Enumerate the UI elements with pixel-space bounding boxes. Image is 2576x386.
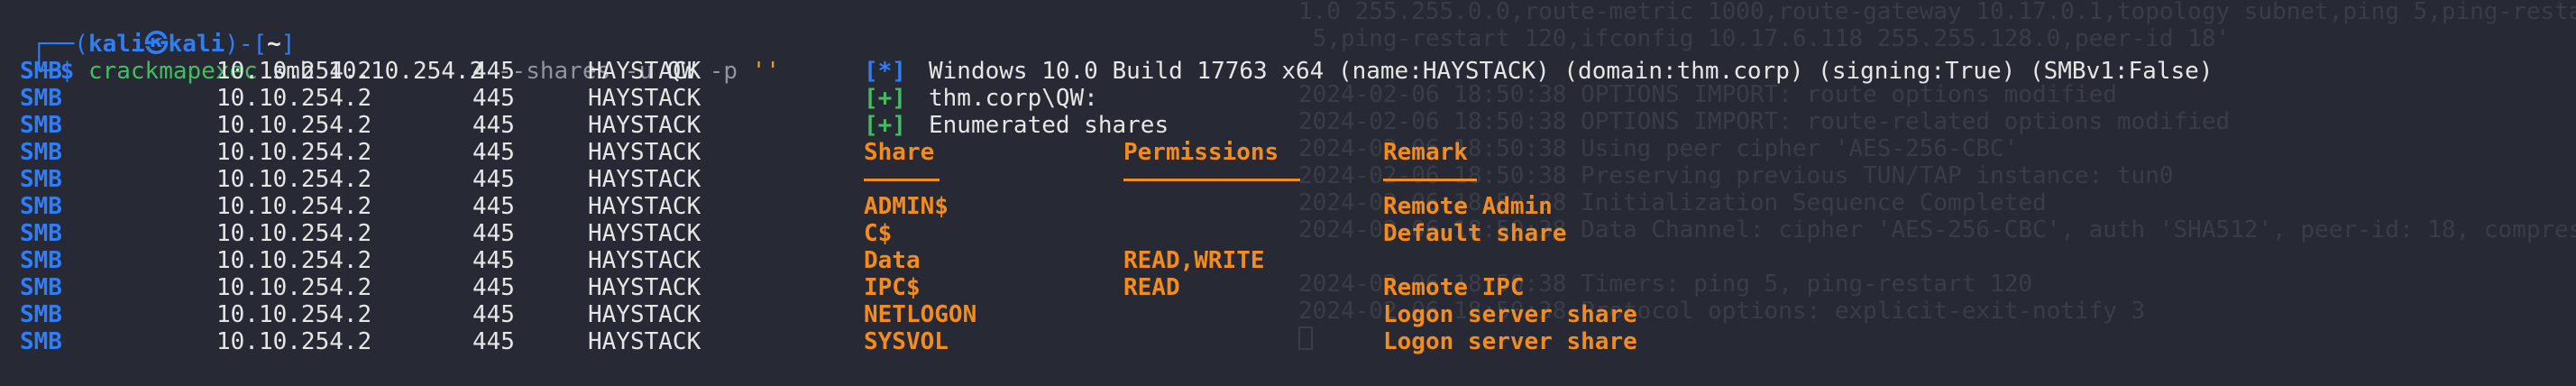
target-host: HAYSTACK: [588, 328, 701, 355]
share-name: SYSVOL: [864, 328, 949, 355]
target-ip: 10.10.254.2: [216, 247, 372, 274]
target-host: HAYSTACK: [588, 112, 701, 139]
target-port: 445: [472, 193, 515, 220]
share-name: C$: [864, 220, 893, 247]
target-host: HAYSTACK: [588, 220, 701, 247]
status-tag: [+]: [864, 112, 906, 139]
target-host: HAYSTACK: [588, 58, 701, 85]
target-ip: 10.10.254.2: [216, 328, 372, 355]
protocol-label: SMB: [20, 274, 62, 301]
protocol-label: SMB: [20, 166, 62, 193]
target-port: 445: [472, 328, 515, 355]
protocol-label: SMB: [20, 193, 62, 220]
status-tag: [*]: [864, 58, 906, 85]
protocol-label: SMB: [20, 301, 62, 328]
target-port: 445: [472, 247, 515, 274]
prompt-dollar: $: [60, 58, 75, 85]
protocol-label: SMB: [20, 112, 62, 139]
share-name: IPC$: [864, 274, 921, 301]
target-host: HAYSTACK: [588, 139, 701, 166]
share-name: NETLOGON: [864, 301, 977, 328]
target-host: HAYSTACK: [588, 85, 701, 112]
protocol-label: SMB: [20, 139, 62, 166]
target-ip: 10.10.254.2: [216, 112, 372, 139]
target-host: HAYSTACK: [588, 301, 701, 328]
prompt-line: ┌──(kali㉿kali)-[~]: [4, 4, 295, 58]
target-port: 445: [472, 58, 515, 85]
status-message: Windows 10.0 Build 17763 x64 (name:HAYST…: [929, 58, 2214, 85]
background-cursor: [1298, 326, 1313, 350]
target-host: HAYSTACK: [588, 166, 701, 193]
target-host: HAYSTACK: [588, 247, 701, 274]
target-ip: 10.10.254.2: [216, 58, 372, 85]
target-port: 445: [472, 166, 515, 193]
target-ip: 10.10.254.2: [216, 220, 372, 247]
target-port: 445: [472, 301, 515, 328]
protocol-label: SMB: [20, 220, 62, 247]
target-host: HAYSTACK: [588, 193, 701, 220]
background-line: 1.0 255.255.0.0,route-metric 1000,route-…: [1298, 0, 2576, 25]
protocol-label: SMB: [20, 247, 62, 274]
column-header-share: Share: [864, 139, 935, 166]
target-ip: 10.10.254.2: [216, 193, 372, 220]
target-host: HAYSTACK: [588, 274, 701, 301]
share-permissions: READ,WRITE: [1123, 247, 1265, 274]
column-header-remark: Remark: [1383, 139, 1468, 166]
share-permissions: READ: [1123, 274, 1180, 301]
protocol-label: SMB: [20, 58, 62, 85]
status-message: thm.corp\QW:: [929, 85, 1098, 112]
share-remark: Remote IPC: [1383, 274, 1525, 301]
target-port: 445: [472, 274, 515, 301]
command-password-flag: -p: [709, 58, 738, 85]
separator-remark: [1383, 179, 1477, 181]
target-ip: 10.10.254.2: [216, 301, 372, 328]
target-ip: 10.10.254.2: [216, 85, 372, 112]
target-port: 445: [472, 112, 515, 139]
share-remark: Remote Admin: [1383, 193, 1553, 220]
background-line: 2024-02-06 18:50:38 OPTIONS IMPORT: rout…: [1298, 108, 2231, 135]
protocol-label: SMB: [20, 328, 62, 355]
share-remark: Logon server share: [1383, 301, 1637, 328]
background-line: 2024-02-06 18:50:38 OPTIONS IMPORT: rout…: [1298, 81, 2117, 108]
column-header-permissions: Permissions: [1123, 139, 1279, 166]
target-port: 445: [472, 85, 515, 112]
status-message: Enumerated shares: [929, 112, 1169, 139]
background-line: 5,ping-restart 120,ifconfig 10.17.6.118 …: [1298, 25, 2231, 52]
target-ip: 10.10.254.2: [216, 274, 372, 301]
separator-share: [864, 179, 940, 181]
target-ip: 10.10.254.2: [216, 139, 372, 166]
status-tag: [+]: [864, 85, 906, 112]
command-password: '': [751, 58, 780, 85]
command-line[interactable]: └─$ crackmapexec smb 10.10.254.2 --share…: [4, 31, 780, 85]
share-remark: Logon server share: [1383, 328, 1637, 355]
protocol-label: SMB: [20, 85, 62, 112]
target-ip: 10.10.254.2: [216, 166, 372, 193]
target-port: 445: [472, 220, 515, 247]
share-name: Data: [864, 247, 921, 274]
share-name: ADMIN$: [864, 193, 949, 220]
target-port: 445: [472, 139, 515, 166]
background-line: 2024-02-06 18:50:38 Preserving previous …: [1298, 162, 2174, 189]
share-remark: Default share: [1383, 220, 1567, 247]
separator-permissions: [1123, 179, 1300, 181]
